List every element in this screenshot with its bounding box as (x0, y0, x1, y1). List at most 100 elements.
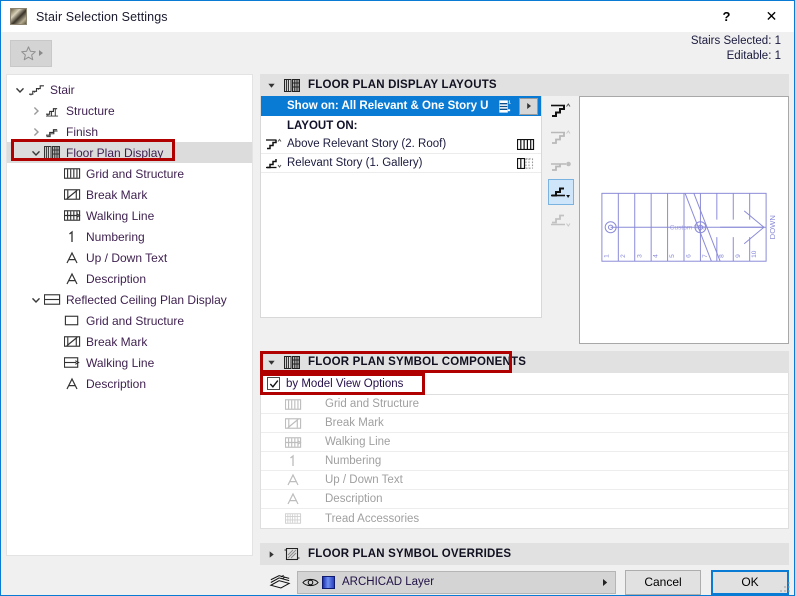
sidebar-item-finish[interactable]: Finish (7, 121, 252, 142)
walking-line-icon (63, 208, 81, 223)
sidebar-item-break-mark[interactable]: Break Mark (7, 331, 252, 352)
section-floor-plan-display-layouts[interactable]: FLOOR PLAN DISPLAY LAYOUTS (260, 74, 789, 96)
chevron-right-icon[interactable] (29, 106, 43, 116)
representation-icon-group[interactable] (548, 96, 575, 344)
sidebar-item-stair[interactable]: Stair (7, 79, 252, 100)
favorites-button[interactable] (10, 39, 52, 67)
sidebar-item-label: Grid and Structure (86, 166, 185, 181)
sidebar-item-structure[interactable]: Structure (7, 100, 252, 121)
title-bar: Stair Selection Settings ? ✕ (1, 1, 794, 32)
rep-dot-icon[interactable] (548, 152, 574, 178)
floor-plan-icon (282, 78, 302, 92)
component-row: Numbering (261, 452, 788, 472)
by-model-view-options-row[interactable]: by Model View Options (260, 373, 789, 396)
toolbar-strip: Stairs Selected: 1 Editable: 1 (1, 32, 794, 74)
layout-row-above-relevant-story[interactable]: Above Relevant Story (2. Roof) (261, 135, 541, 154)
sidebar-item-label: Reflected Ceiling Plan Display (66, 292, 227, 307)
component-row: Walking Line (261, 433, 788, 453)
chevron-down-icon[interactable] (13, 85, 27, 95)
chevron-right-icon[interactable] (595, 578, 615, 587)
tread-accessories-icon (261, 513, 325, 525)
rep-relevant-icon[interactable] (548, 179, 574, 205)
text-icon (261, 492, 325, 506)
numbering-icon (63, 229, 81, 244)
tread-number: 6 (686, 254, 693, 258)
layer-dropdown[interactable]: ARCHICAD Layer (297, 570, 616, 594)
cancel-button[interactable]: Cancel (625, 569, 701, 595)
svg-text:1: 1 (508, 99, 511, 104)
editable-label: Editable: 1 (726, 50, 781, 62)
component-row: Grid and Structure (261, 395, 788, 415)
section-floor-plan-symbol-components[interactable]: FLOOR PLAN SYMBOL COMPONENTS (260, 351, 789, 374)
by-model-view-options-checkbox[interactable] (267, 377, 280, 391)
section-floor-plan-symbol-overrides[interactable]: FLOOR PLAN SYMBOL OVERRIDES (260, 543, 789, 565)
sidebar-item-label: Grid and Structure (86, 313, 185, 328)
sidebar-item-reflected-ceiling-plan-display[interactable]: Reflected Ceiling Plan Display (7, 289, 252, 310)
sidebar-item-label: Structure (66, 103, 115, 118)
sidebar-item-grid-and-structure[interactable]: Grid and Structure (7, 163, 252, 184)
rep-above-icon[interactable] (548, 125, 574, 151)
sidebar-item-floor-plan-display[interactable]: Floor Plan Display (7, 142, 252, 163)
sidebar-item-walking-line[interactable]: Walking Line (7, 352, 252, 373)
dialog-body: Stair Structure Finish Floor Plan Displa… (1, 74, 794, 565)
grid-structure-icon (261, 399, 325, 410)
sidebar-item-numbering[interactable]: Numbering (7, 226, 252, 247)
finish-icon (43, 124, 61, 139)
stair-icon (27, 82, 45, 97)
tread-number: 9 (735, 254, 742, 258)
close-button[interactable]: ✕ (749, 1, 794, 32)
component-row: Tread Accessories (261, 509, 788, 528)
text-icon (261, 473, 325, 487)
settings-tree[interactable]: Stair Structure Finish Floor Plan Displa… (6, 74, 253, 556)
overrides-icon (282, 547, 302, 561)
chevron-down-icon[interactable] (29, 148, 43, 158)
rep-full-icon[interactable] (548, 98, 574, 124)
component-row: Break Mark (261, 414, 788, 434)
stair-down-icon (261, 156, 287, 170)
layouts-and-preview-row: Show on: All Relevant & One Story Up 1 L… (260, 96, 789, 345)
tread-number: 3 (636, 254, 643, 258)
layout-on-header: LAYOUT ON: (287, 119, 358, 132)
stair-plan-preview[interactable]: 1 2 3 4 5 6 7 8 9 10 DOWN Custom Text (579, 96, 789, 345)
sidebar-item-description[interactable]: Description (7, 268, 252, 289)
sidebar-item-label: Stair (50, 82, 75, 97)
dialog-footer: ARCHICAD Layer Cancel OK (1, 565, 794, 595)
component-label: Break Mark (325, 417, 384, 430)
show-on-expand-button[interactable] (519, 97, 538, 115)
layer-color-swatch (322, 575, 335, 589)
layouts-list[interactable]: Show on: All Relevant & One Story Up 1 L… (260, 96, 542, 318)
sidebar-item-label: Up / Down Text (86, 250, 168, 265)
tread-number: 2 (620, 254, 627, 258)
window-title: Stair Selection Settings (36, 9, 168, 24)
tread-number: 8 (718, 254, 725, 258)
component-label: Description (325, 493, 383, 506)
component-label: Walking Line (325, 436, 391, 449)
floor-plan-icon (43, 145, 61, 160)
sidebar-item-description[interactable]: Description (7, 373, 252, 394)
rep-below-icon[interactable] (548, 206, 574, 232)
help-button[interactable]: ? (704, 1, 749, 32)
sidebar-item-grid-and-structure[interactable]: Grid and Structure (7, 310, 252, 331)
resize-grip[interactable] (779, 581, 791, 593)
layout-row-relevant-story[interactable]: Relevant Story (1. Gallery) (261, 154, 541, 173)
chevron-right-icon (260, 550, 282, 559)
show-on-row[interactable]: Show on: All Relevant & One Story Up 1 (261, 96, 541, 116)
sidebar-item-walking-line[interactable]: Walking Line (7, 205, 252, 226)
sidebar-item-label: Finish (66, 124, 99, 139)
chevron-down-icon[interactable] (29, 295, 43, 305)
sidebar-item-break-mark[interactable]: Break Mark (7, 184, 252, 205)
stairs-selected-label: Stairs Selected: 1 (690, 35, 781, 47)
chevron-right-icon[interactable] (29, 127, 43, 137)
tread-number: 4 (653, 254, 660, 258)
eye-icon[interactable] (298, 577, 322, 588)
rcp-walking-icon (63, 355, 81, 370)
stair-app-icon (10, 8, 27, 25)
sidebar-item-up-down-text[interactable]: Up / Down Text (7, 247, 252, 268)
components-section-wrapper: FLOOR PLAN SYMBOL COMPONENTS by Model Vi… (260, 344, 789, 396)
stair-selection-settings-window: Stair Selection Settings ? ✕ Stairs Sele… (0, 0, 795, 596)
chevron-down-icon (260, 358, 282, 367)
stair-up-icon (261, 137, 287, 151)
component-row: Description (261, 490, 788, 510)
break-mark-icon (261, 418, 325, 429)
ok-button[interactable]: OK (711, 569, 789, 595)
